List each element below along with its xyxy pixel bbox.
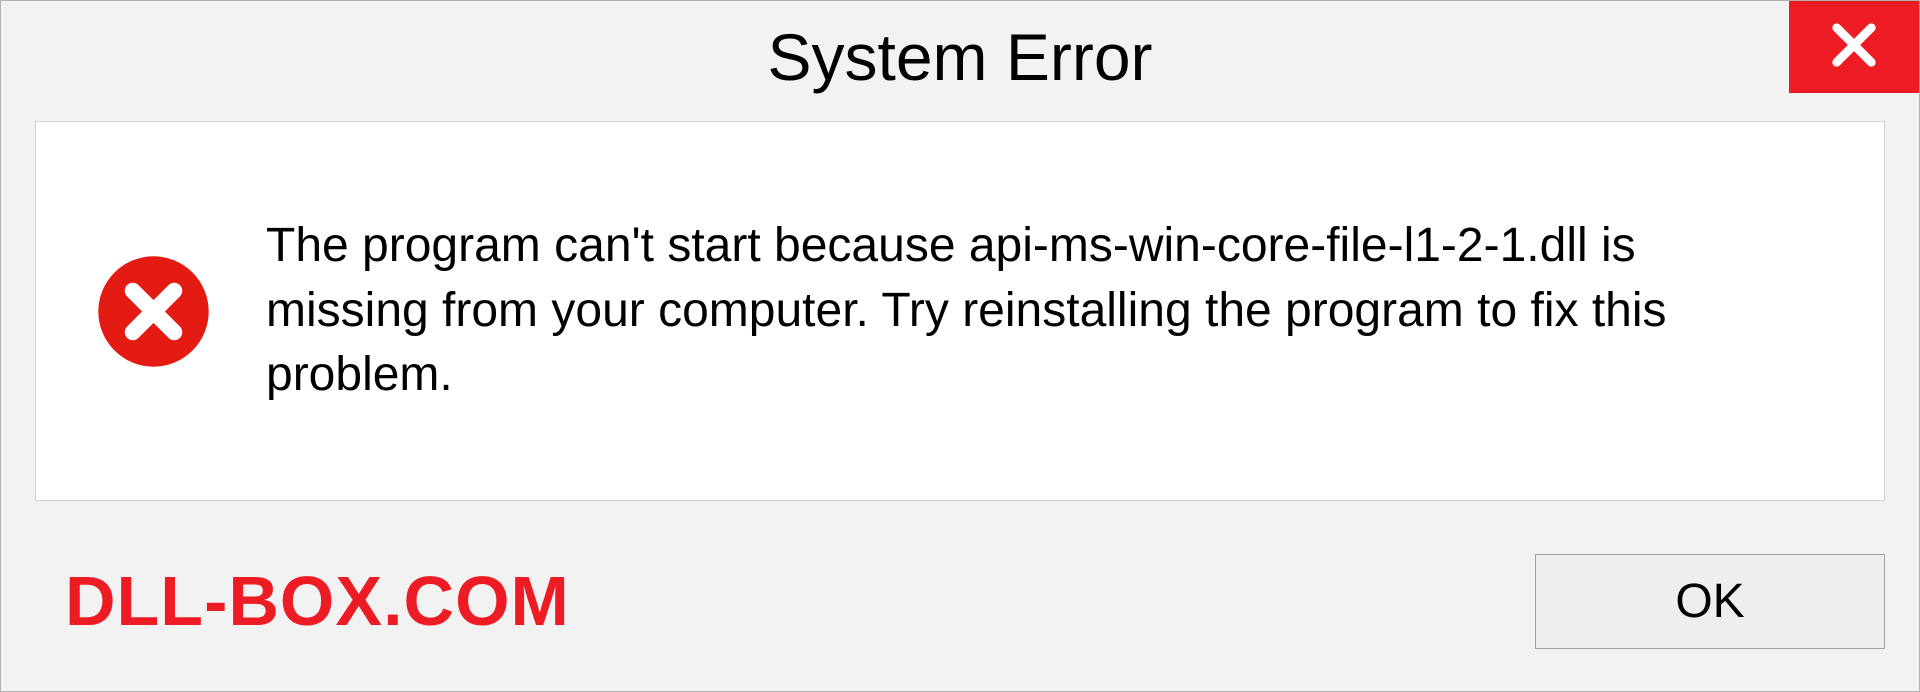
content-panel: The program can't start because api-ms-w… bbox=[35, 121, 1885, 501]
ok-button[interactable]: OK bbox=[1535, 554, 1885, 649]
error-dialog: System Error The program can't start bec… bbox=[0, 0, 1920, 692]
dialog-title: System Error bbox=[767, 19, 1152, 95]
error-icon bbox=[96, 254, 211, 369]
error-message: The program can't start because api-ms-w… bbox=[266, 214, 1766, 408]
titlebar: System Error bbox=[1, 1, 1919, 111]
dialog-footer: DLL-BOX.COM OK bbox=[1, 531, 1919, 691]
close-button[interactable] bbox=[1789, 1, 1919, 93]
watermark-text: DLL-BOX.COM bbox=[65, 561, 570, 641]
close-icon bbox=[1828, 19, 1880, 76]
